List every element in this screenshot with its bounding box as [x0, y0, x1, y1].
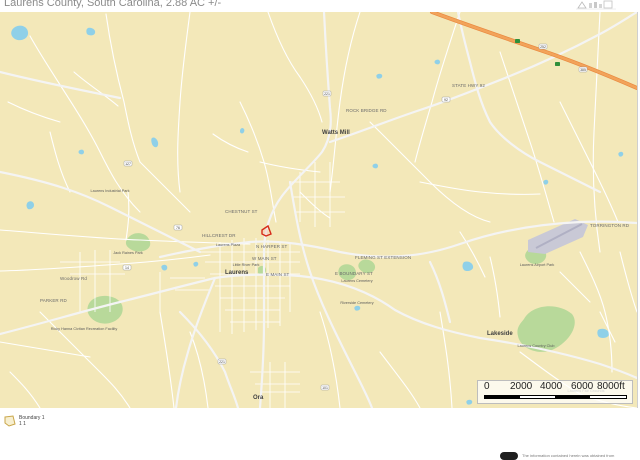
legend-count: 1 1: [19, 421, 26, 427]
map-canvas[interactable]: Laurens Watts Mill Lakeside Ora Laurens Pla…: [0, 12, 637, 408]
map-report-page: Laurens County, South Carolina, 2.88 AC …: [0, 0, 640, 460]
poi-label: Laurens Cemetery: [341, 279, 372, 283]
place-label: Laurens: [225, 270, 249, 276]
road-label: E BOUNDARY ST: [335, 271, 373, 276]
poi-label: Laurens Airport Park: [520, 263, 555, 267]
highway-shield-icon: 76: [173, 224, 183, 231]
map-view[interactable]: Laurens Watts Mill Lakeside Ora Laurens Pla…: [0, 12, 638, 408]
road-label: CHESTNUT ST: [225, 209, 258, 214]
map-legend: Boundary 1 1 1: [4, 414, 144, 430]
highway-shield-icon: 127: [123, 160, 133, 167]
scale-label: 2000: [510, 381, 533, 392]
road-label: ROCK BRIDGE RD: [346, 108, 387, 113]
road-label: FLEMING ST EXTENSION: [355, 255, 411, 260]
road-label: W MAIN ST: [252, 256, 277, 261]
highway-shield-icon: 14: [122, 264, 132, 271]
company-logo-icon: [576, 0, 616, 10]
place-label: Lakeside: [487, 331, 513, 337]
poi-label: Riverside Cemetery: [340, 301, 373, 305]
scale-bar: [484, 395, 627, 399]
shield-number: 221: [219, 360, 225, 364]
scale-bar-panel: 0 2000 4000 6000 8000ft: [477, 380, 633, 404]
road-label: PARKER RD: [40, 298, 67, 303]
info-pill-icon: [500, 452, 518, 460]
shield-number: 92: [444, 98, 448, 102]
shield-number: 385: [580, 68, 586, 72]
shield-number: 101: [322, 386, 328, 390]
page-title: Laurens County, South Carolina, 2.88 AC …: [4, 0, 222, 9]
road-label: E MAIN ST: [266, 272, 290, 277]
road-label: HILLCREST DR: [202, 233, 236, 238]
road-label: Woodrow Rd: [60, 276, 87, 281]
scale-label: 0: [484, 381, 490, 392]
highway-shield-icon: 252: [538, 43, 548, 50]
highway-shield-icon: 221: [322, 90, 332, 97]
place-label: Watts Mill: [322, 130, 350, 136]
poi-label: Laurens Industrial Park: [90, 189, 129, 193]
highway-shield-icon: 221: [217, 358, 227, 365]
disclaimer: The information contained herein was obt…: [500, 452, 640, 460]
disclaimer-text: The information contained herein was obt…: [522, 453, 615, 458]
road-label: STATE HWY 92: [452, 83, 485, 88]
shield-number: 127: [125, 162, 131, 166]
poi-label: Laurens Country Club: [518, 344, 555, 348]
scale-label: 4000: [540, 381, 563, 392]
scale-label: 6000: [571, 381, 594, 392]
scale-segment: [555, 396, 590, 398]
poi-label: Jack Raines Park: [113, 251, 143, 255]
shield-number: 252: [540, 45, 546, 49]
road-label: TORRINGTON RD: [590, 223, 630, 228]
interstate-exit-icon: [555, 62, 560, 66]
scale-segment: [485, 396, 520, 398]
highway-shield-icon: 101: [320, 384, 330, 391]
highway-shield-icon: 92: [441, 96, 451, 103]
road-label: N HARPER ST: [256, 244, 288, 249]
highway-shield-icon: 385: [578, 66, 588, 73]
poi-label: Ricky Hanna Civitan Recreation Facility: [51, 327, 118, 331]
shield-number: 221: [324, 92, 330, 96]
interstate-exit-icon: [515, 39, 520, 43]
poi-label: Little River Park: [233, 263, 260, 267]
poi-label: Laurens Plaza: [216, 243, 241, 247]
shield-number: 14: [125, 266, 129, 270]
shield-number: 76: [176, 226, 180, 230]
scale-label: 8000ft: [597, 381, 625, 392]
place-label: Ora: [253, 395, 264, 401]
boundary-legend-icon: [4, 415, 16, 427]
scale-labels: 0 2000 4000 6000 8000ft: [484, 382, 630, 392]
